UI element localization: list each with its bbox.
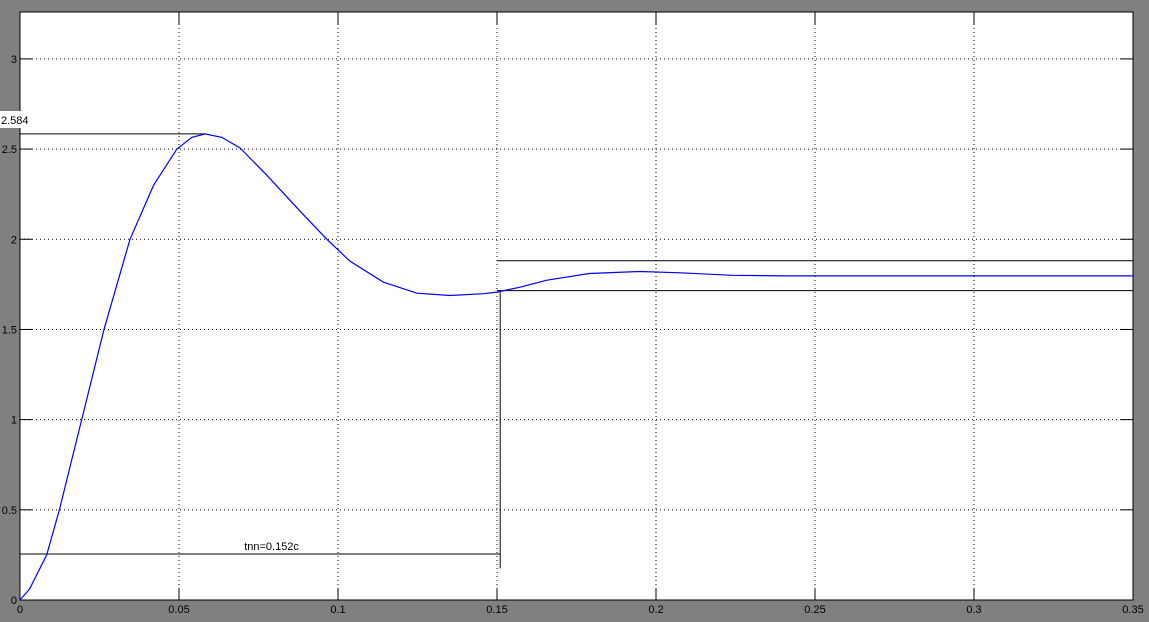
y-tick-label: 0.5: [2, 505, 17, 517]
peak-label: 2.584: [1, 115, 29, 127]
x-tick-label: 0.35: [1122, 604, 1143, 616]
y-tick-label: 2.5: [2, 144, 17, 156]
y-tick-label: 1.5: [2, 324, 17, 336]
x-tick-label: 0.05: [168, 604, 189, 616]
settling-time-label: tnn=0.152c: [244, 541, 299, 553]
x-tick-label: 0.1: [330, 604, 345, 616]
step-response-chart: 0 0.05 0.1 0.15 0.2 0.25 0.3 0.3500.511.522.53 …: [0, 11, 1144, 616]
y-tick-label: 2: [11, 234, 17, 246]
y-tick-label: 3: [11, 54, 17, 66]
y-tick-label: 1: [11, 415, 17, 427]
x-tick-label: 0.25: [804, 604, 825, 616]
x-tick-label: 0.2: [648, 604, 663, 616]
x-tick-label: 0.15: [486, 604, 507, 616]
x-tick-label: 0.3: [966, 604, 981, 616]
y-tick-label: 0: [11, 595, 17, 607]
plot-area: [19, 11, 1134, 601]
x-tick-label: 0: [17, 604, 23, 616]
